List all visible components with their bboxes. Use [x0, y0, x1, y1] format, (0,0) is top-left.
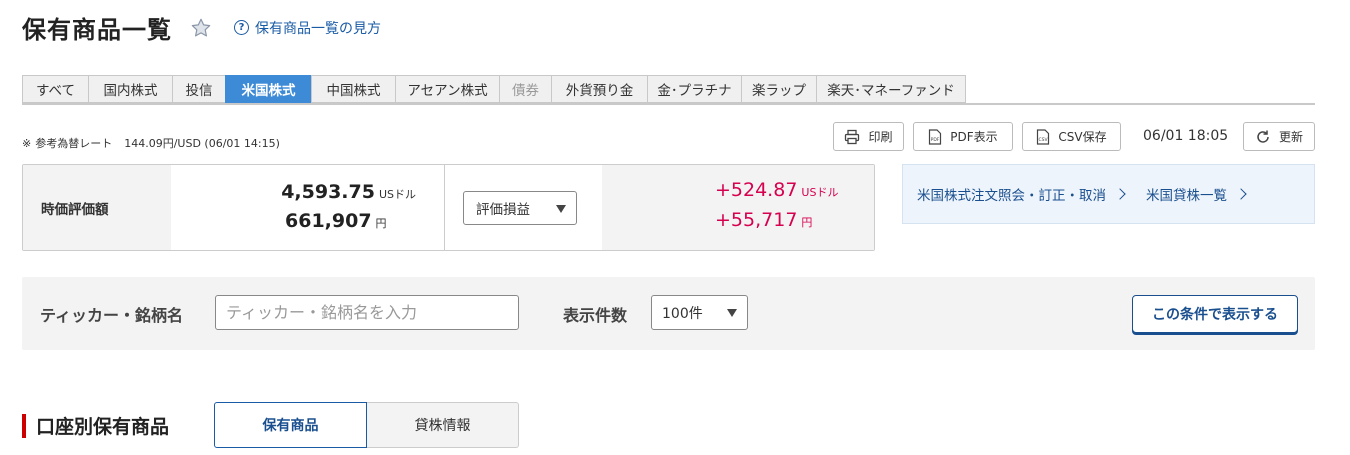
- svg-text:CSV: CSV: [1039, 137, 1049, 143]
- lending-list-label: 米国貸株一覧: [1146, 188, 1227, 204]
- refresh-icon: [1257, 130, 1269, 143]
- chevron-right-icon: [1114, 188, 1126, 200]
- caret-down-icon: [727, 309, 737, 317]
- caret-down-icon: [556, 205, 566, 213]
- ticker-search-input[interactable]: [215, 295, 519, 330]
- display-count-value: 100件: [662, 305, 703, 322]
- pl-type-select[interactable]: 評価損益: [463, 191, 577, 225]
- lending-list-link[interactable]: 米国貸株一覧: [1146, 184, 1247, 204]
- title-row: 保有商品一覧 ? 保有商品一覧の見方: [22, 10, 381, 45]
- tab-holdings[interactable]: 保有商品: [214, 402, 367, 448]
- ticker-label: ティッカー・銘柄名: [40, 306, 184, 325]
- usd-unit: USドル: [378, 188, 416, 201]
- apply-filter-button[interactable]: この条件で表示する: [1132, 295, 1298, 333]
- svg-text:PDF: PDF: [931, 137, 940, 143]
- quick-links-panel: 米国株式注文照会・訂正・取消 米国貸株一覧: [902, 164, 1315, 224]
- pl-type-cell: 評価損益: [445, 165, 602, 250]
- csv-file-icon: CSV: [1037, 128, 1050, 145]
- tab-domestic-stock[interactable]: 国内株式: [88, 75, 172, 103]
- question-icon: ?: [234, 20, 249, 35]
- product-tabs: すべて 国内株式 投信 米国株式 中国株式 アセアン株式 債券 外貨預り金 金･…: [22, 75, 1315, 105]
- last-updated-time: 06/01 18:05: [1143, 128, 1229, 144]
- pl-usd-row: +524.87 USドル: [715, 179, 838, 201]
- display-count-label: 表示件数: [563, 306, 628, 325]
- tab-us-stock[interactable]: 米国株式: [225, 75, 311, 103]
- tab-raku-wrap[interactable]: 楽ラップ: [741, 75, 816, 103]
- profit-loss-cell: +524.87 USドル +55,717 円: [602, 165, 874, 250]
- tab-investment-trust[interactable]: 投信: [172, 75, 225, 103]
- tab-bonds: 債券: [499, 75, 551, 103]
- jpy-value: 661,907: [285, 210, 372, 232]
- order-inquiry-link[interactable]: 米国株式注文照会・訂正・取消: [917, 184, 1126, 204]
- exchange-rate-note: ※ 参考為替レート 144.09円/USD (06/01 14:15): [22, 135, 280, 151]
- usd-value: 4,593.75: [281, 181, 375, 203]
- pl-jpy-row: +55,717 円: [715, 209, 812, 231]
- csv-button[interactable]: CSV CSV保存: [1022, 122, 1121, 151]
- page-title: 保有商品一覧: [22, 16, 172, 44]
- valuation-summary: 時価評価額 4,593.75 USドル 661,907 円 評価損益 +524.87…: [22, 164, 875, 251]
- chevron-right-icon: [1235, 188, 1247, 200]
- help-link-label: 保有商品一覧の見方: [255, 20, 381, 37]
- section-title: 口座別保有商品: [22, 412, 169, 439]
- pl-type-value: 評価損益: [476, 202, 530, 218]
- print-label: 印刷: [868, 130, 893, 144]
- help-link[interactable]: ? 保有商品一覧の見方: [234, 18, 381, 38]
- rate-label: 参考為替レート: [35, 137, 113, 150]
- jpy-unit: 円: [375, 217, 387, 230]
- pl-usd-value: +524.87: [715, 179, 798, 201]
- tab-china-stock[interactable]: 中国株式: [311, 75, 395, 103]
- csv-label: CSV保存: [1058, 130, 1107, 144]
- rate-value: 144.09円/USD (06/01 14:15): [124, 137, 280, 150]
- market-value-label: 時価評価額: [23, 165, 171, 250]
- refresh-button[interactable]: 更新: [1243, 122, 1315, 151]
- tab-all[interactable]: すべて: [22, 75, 88, 103]
- refresh-label: 更新: [1278, 130, 1303, 144]
- market-value-cell: 4,593.75 USドル 661,907 円: [171, 165, 444, 250]
- tab-gold-platinum[interactable]: 金･プラチナ: [647, 75, 741, 103]
- tab-asean-stock[interactable]: アセアン株式: [395, 75, 499, 103]
- pl-usd-unit: USドル: [801, 186, 839, 199]
- pdf-file-icon: PDF: [929, 128, 942, 145]
- pl-jpy-unit: 円: [801, 216, 813, 229]
- pdf-label: PDF表示: [950, 130, 998, 144]
- section-accent-bar: [22, 413, 26, 438]
- tab-lending-info[interactable]: 貸株情報: [367, 402, 519, 448]
- note-mark: ※: [22, 137, 32, 150]
- print-button[interactable]: 印刷: [833, 122, 904, 151]
- usd-value-row: 4,593.75 USドル: [281, 181, 416, 203]
- order-inquiry-label: 米国株式注文照会・訂正・取消: [917, 188, 1106, 204]
- tab-foreign-deposit[interactable]: 外貨預り金: [551, 75, 647, 103]
- pl-jpy-value: +55,717: [715, 209, 798, 231]
- printer-icon: [845, 129, 860, 144]
- jpy-value-row: 661,907 円: [285, 210, 387, 232]
- section-title-text: 口座別保有商品: [36, 416, 170, 438]
- pdf-button[interactable]: PDF PDF表示: [913, 122, 1013, 151]
- star-icon[interactable]: [190, 17, 212, 39]
- tab-money-fund[interactable]: 楽天･マネーファンド: [816, 75, 966, 103]
- display-count-select[interactable]: 100件: [651, 295, 748, 330]
- filter-bar: ティッカー・銘柄名 表示件数 100件 この条件で表示する: [22, 277, 1315, 350]
